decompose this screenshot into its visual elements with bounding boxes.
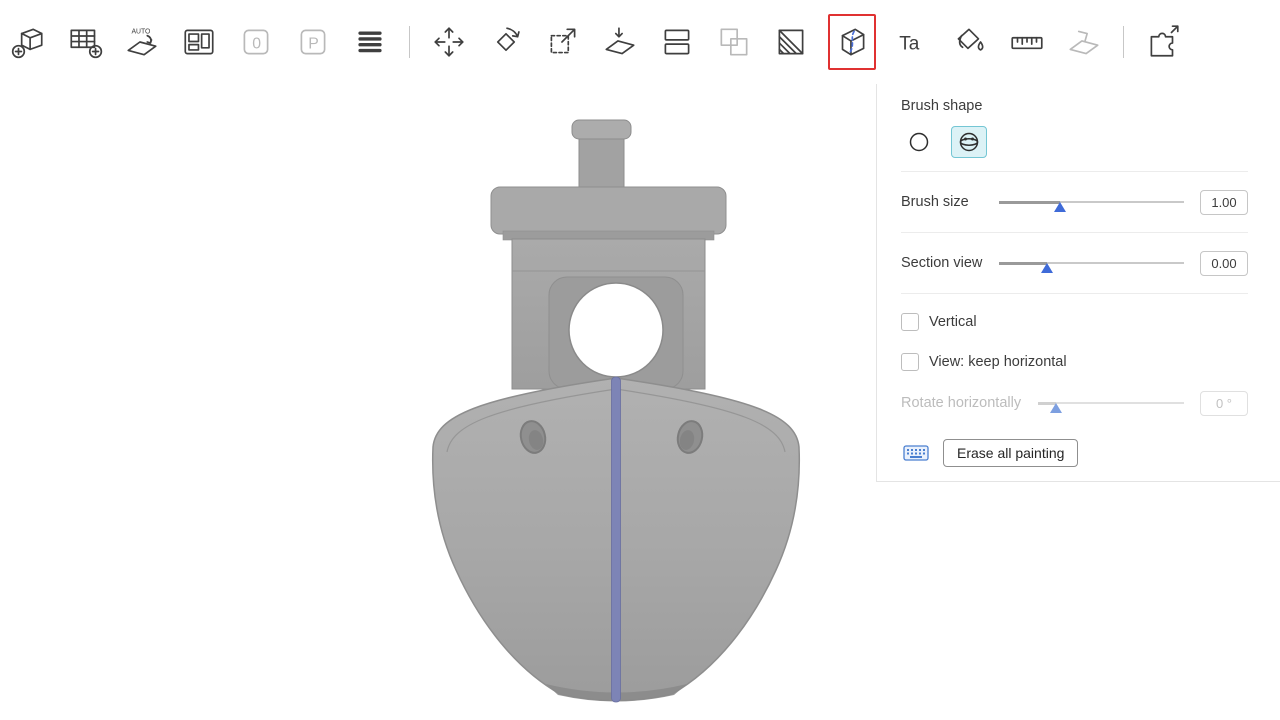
paint-bucket-icon <box>951 23 989 61</box>
mesh-boolean-button <box>714 19 754 65</box>
keep-horizontal-checkbox-row: View: keep horizontal <box>901 347 1248 377</box>
add-object-button[interactable] <box>8 19 48 65</box>
brush-shape-label: Brush shape <box>901 98 1248 114</box>
sphere-brush-icon <box>958 131 980 153</box>
svg-text:AUTO: AUTO <box>131 29 150 36</box>
benchy-roof <box>491 187 726 240</box>
brush-size-value[interactable]: 1.00 <box>1200 190 1248 215</box>
rotate-horizontally-label: Rotate horizontally <box>901 395 1021 411</box>
panel-divider <box>901 232 1248 233</box>
brush-shape-circle-option[interactable] <box>901 126 937 158</box>
rotate-horizontally-row: Rotate horizontally 0 ° <box>901 387 1248 419</box>
section-view-row: Section view 0.00 <box>901 246 1248 280</box>
scale-button[interactable] <box>543 19 583 65</box>
assembly-button <box>1064 19 1104 65</box>
add-cube-icon <box>9 23 47 61</box>
arrange-button[interactable] <box>179 19 219 65</box>
brush-shape-sphere-option[interactable] <box>951 126 987 158</box>
split-to-parts-icon <box>772 23 810 61</box>
rotate-button[interactable] <box>486 19 526 65</box>
auto-orient-icon: AUTO <box>123 23 161 61</box>
layers-button[interactable] <box>350 19 390 65</box>
toolbar-separator <box>409 26 410 58</box>
cut-button[interactable] <box>657 19 697 65</box>
erase-row: Erase all painting <box>901 439 1248 467</box>
keep-horizontal-checkbox[interactable] <box>901 353 919 371</box>
section-view-value[interactable]: 0.00 <box>1200 251 1248 276</box>
cut-split-icon <box>658 23 696 61</box>
split-to-parts-button[interactable] <box>771 19 811 65</box>
rotate-horizontally-slider-thumb <box>1050 403 1062 413</box>
brush-size-slider-thumb[interactable] <box>1054 202 1066 212</box>
ruler-icon <box>1008 23 1046 61</box>
add-plate-grid-icon <box>66 23 104 61</box>
svg-text:P: P <box>308 35 319 52</box>
keyboard-icon <box>903 443 929 463</box>
move-icon <box>430 23 468 61</box>
move-button[interactable] <box>429 19 469 65</box>
circle-brush-icon <box>908 131 930 153</box>
text-tool-button[interactable]: Ta <box>893 19 933 65</box>
mesh-boolean-icon <box>715 23 753 61</box>
arrange-icon <box>180 23 218 61</box>
rotate-horizontally-value: 0 ° <box>1200 391 1248 416</box>
svg-text:Ta: Ta <box>899 33 920 54</box>
vertical-checkbox[interactable] <box>901 313 919 331</box>
keep-horizontal-checkbox-label: View: keep horizontal <box>929 354 1067 370</box>
benchy-cabin <box>512 239 705 389</box>
color-painting-button[interactable] <box>950 19 990 65</box>
brush-shape-options <box>901 126 1248 158</box>
puzzle-piece-icon <box>1144 23 1182 61</box>
auto-orient-button[interactable]: AUTO <box>122 19 162 65</box>
panel-divider <box>901 171 1248 172</box>
benchy-window <box>569 283 663 377</box>
rotate-icon <box>487 23 525 61</box>
section-view-slider[interactable] <box>999 253 1184 273</box>
brush-size-slider[interactable] <box>999 192 1184 212</box>
rotate-horizontally-slider <box>1038 393 1184 413</box>
erase-all-painting-button[interactable]: Erase all painting <box>943 439 1078 467</box>
measure-button[interactable] <box>1007 19 1047 65</box>
slider-fill <box>999 262 1047 265</box>
seam-painting-cube-icon <box>833 23 871 61</box>
section-view-label: Section view <box>901 255 982 271</box>
assemble-button[interactable] <box>1143 19 1183 65</box>
number-badge-0-button: 0 <box>236 19 276 65</box>
painted-seam-stripe <box>612 377 621 702</box>
vertical-checkbox-row: Vertical <box>901 307 1248 337</box>
p-badge-icon: P <box>294 23 332 61</box>
panel-divider <box>901 293 1248 294</box>
lay-on-face-button[interactable] <box>600 19 640 65</box>
layers-icon <box>351 23 389 61</box>
seam-painting-button[interactable] <box>828 14 876 70</box>
keyboard-shortcuts-button[interactable] <box>901 441 931 465</box>
assembly-icon <box>1065 23 1103 61</box>
text-tool-icon: Ta <box>894 23 932 61</box>
toolbar-separator <box>1123 26 1124 58</box>
section-view-slider-thumb[interactable] <box>1041 263 1053 273</box>
benchy-funnel <box>572 120 631 190</box>
brush-size-row: Brush size 1.00 <box>901 185 1248 219</box>
svg-text:0: 0 <box>252 35 261 52</box>
benchy-hull <box>433 377 800 702</box>
slider-fill <box>999 201 1060 204</box>
zero-badge-icon: 0 <box>237 23 275 61</box>
add-plate-button[interactable] <box>65 19 105 65</box>
brush-size-label: Brush size <box>901 194 969 210</box>
main-toolbar: AUTO 0 P <box>0 0 1280 84</box>
lay-on-face-icon <box>601 23 639 61</box>
plate-badge-p-button: P <box>293 19 333 65</box>
vertical-checkbox-label: Vertical <box>929 314 977 330</box>
seam-painting-panel: Brush shape Brush size 1.00 Secti <box>876 84 1280 482</box>
scale-icon <box>544 23 582 61</box>
